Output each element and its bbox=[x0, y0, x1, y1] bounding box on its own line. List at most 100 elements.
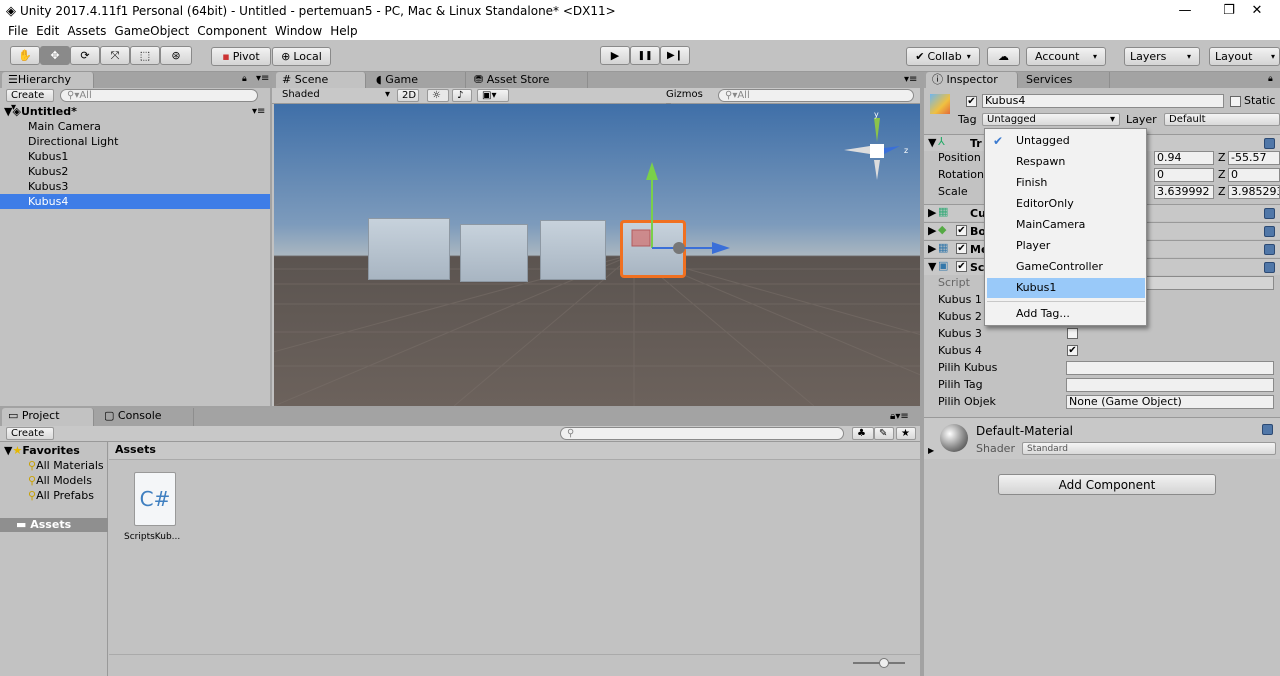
transform-tool-icon[interactable]: ⊛ bbox=[160, 46, 192, 65]
tab-console[interactable]: ▢ Console bbox=[98, 408, 194, 426]
menu-assets[interactable]: Assets bbox=[67, 24, 106, 38]
favorites-row[interactable]: ▼★Favorites bbox=[4, 444, 80, 457]
favorite-all-materials[interactable]: ⚲All Materials bbox=[28, 459, 104, 472]
scene-root-row[interactable]: ▼◈Untitled* ▾≡ bbox=[4, 104, 270, 119]
move-gizmo-icon[interactable] bbox=[274, 104, 920, 406]
panel-menu-icon[interactable]: ▾≡ bbox=[904, 74, 917, 85]
tag-option-player[interactable]: Player bbox=[987, 236, 1145, 256]
effects-toggle-icon[interactable]: ▣▾ bbox=[477, 89, 509, 102]
pilih-objek-field[interactable]: None (Game Object) bbox=[1066, 395, 1274, 409]
component-enabled-checkbox[interactable]: ✔ bbox=[956, 225, 967, 236]
shading-dropdown[interactable]: Shaded ▾ bbox=[278, 89, 392, 102]
hierarchy-search-input[interactable]: ⚲▾All bbox=[60, 89, 258, 102]
lighting-toggle-icon[interactable]: ☼ bbox=[427, 89, 449, 102]
rotation-y-field[interactable]: 0 bbox=[1154, 168, 1214, 182]
component-settings-icon[interactable] bbox=[1264, 262, 1275, 273]
hand-tool-icon[interactable]: ✋ bbox=[10, 46, 40, 65]
scene-menu-icon[interactable]: ▾≡ bbox=[252, 104, 265, 119]
hierarchy-item-kubus2[interactable]: Kubus2 bbox=[0, 164, 270, 179]
tag-option-finish[interactable]: Finish bbox=[987, 173, 1145, 193]
active-checkbox[interactable]: ✔ bbox=[966, 96, 977, 107]
favorite-all-prefabs[interactable]: ⚲All Prefabs bbox=[28, 489, 94, 502]
local-toggle[interactable]: ⊕ Local bbox=[272, 47, 331, 66]
component-settings-icon[interactable] bbox=[1264, 138, 1275, 149]
tab-project[interactable]: ▭ Project bbox=[2, 408, 94, 426]
gizmos-dropdown[interactable]: Gizmos ▾ bbox=[662, 89, 714, 112]
component-enabled-checkbox[interactable]: ✔ bbox=[956, 261, 967, 272]
tag-option-respawn[interactable]: Respawn bbox=[987, 152, 1145, 172]
project-search-input[interactable]: ⚲ bbox=[560, 427, 844, 440]
collab-button[interactable]: ✔ Collab ▾ bbox=[906, 47, 980, 66]
material-settings-icon[interactable] bbox=[1262, 424, 1273, 435]
asset-file-label[interactable]: ScriptsKub... bbox=[124, 532, 180, 542]
assets-folder-row[interactable]: ▬ Assets bbox=[0, 518, 108, 532]
breadcrumb[interactable]: Assets bbox=[109, 442, 920, 460]
rotation-z-field[interactable]: 0 bbox=[1228, 168, 1280, 182]
tab-scene[interactable]: # Scene bbox=[276, 72, 366, 88]
audio-toggle-icon[interactable]: ♪ bbox=[452, 89, 472, 102]
kubus3-checkbox[interactable] bbox=[1067, 328, 1078, 339]
menu-file[interactable]: File bbox=[8, 24, 28, 38]
move-tool-icon[interactable]: ✥ bbox=[40, 46, 70, 65]
tab-asset-store[interactable]: ⛃ Asset Store bbox=[468, 72, 588, 88]
tag-option-untagged[interactable]: ✔ Untagged bbox=[987, 131, 1145, 151]
menu-window[interactable]: Window bbox=[275, 24, 322, 38]
pause-button[interactable]: ❚❚ bbox=[630, 46, 660, 65]
panel-menu-icon[interactable]: ▾≡ bbox=[256, 73, 269, 84]
tag-option-kubus1[interactable]: Kubus1 bbox=[987, 278, 1145, 298]
tag-option-editoronly[interactable]: EditorOnly bbox=[987, 194, 1145, 214]
expand-arrow-icon[interactable]: ▼ bbox=[928, 136, 936, 149]
play-button[interactable]: ▶ bbox=[600, 46, 630, 65]
position-y-field[interactable]: 0.94 bbox=[1154, 151, 1214, 165]
shader-dropdown[interactable]: Standard bbox=[1022, 442, 1276, 455]
layout-dropdown[interactable]: Layout ▾ bbox=[1209, 47, 1280, 66]
close-button[interactable]: ✕ bbox=[1234, 0, 1280, 22]
component-enabled-checkbox[interactable]: ✔ bbox=[956, 243, 967, 254]
hierarchy-item-main-camera[interactable]: Main Camera bbox=[0, 119, 270, 134]
add-tag-option[interactable]: Add Tag... bbox=[987, 304, 1145, 324]
scene-search-input[interactable]: ⚲▾All bbox=[718, 89, 914, 102]
pilih-kubus-field[interactable] bbox=[1066, 361, 1274, 375]
menu-edit[interactable]: Edit bbox=[36, 24, 59, 38]
layers-dropdown[interactable]: Layers ▾ bbox=[1124, 47, 1200, 66]
pivot-toggle[interactable]: ▪ Pivot bbox=[211, 47, 271, 66]
tag-option-maincamera[interactable]: MainCamera bbox=[987, 215, 1145, 235]
step-button[interactable]: ▶❙ bbox=[660, 46, 690, 65]
account-dropdown[interactable]: Account ▾ bbox=[1026, 47, 1106, 66]
scene-viewport[interactable]: y z bbox=[274, 104, 920, 406]
csharp-script-icon[interactable]: C# bbox=[134, 472, 176, 526]
hierarchy-create-button[interactable]: Create ▾ bbox=[6, 89, 54, 113]
add-component-button[interactable]: Add Component bbox=[998, 474, 1216, 495]
expand-arrow-icon[interactable]: ▶ bbox=[928, 224, 936, 237]
expand-arrow-icon[interactable]: ▼ bbox=[928, 260, 936, 273]
tab-services[interactable]: Services bbox=[1020, 72, 1110, 88]
kubus4-checkbox[interactable]: ✔ bbox=[1067, 345, 1078, 356]
menu-help[interactable]: Help bbox=[330, 24, 357, 38]
menu-gameobject[interactable]: GameObject bbox=[114, 24, 189, 38]
expand-arrow-icon[interactable]: ▶ bbox=[928, 446, 934, 455]
hierarchy-item-kubus1[interactable]: Kubus1 bbox=[0, 149, 270, 164]
scale-y-field[interactable]: 3.639992 bbox=[1154, 185, 1214, 199]
panel-menu-icon[interactable]: 🔒︎▾≡ bbox=[890, 411, 909, 422]
hierarchy-item-kubus3[interactable]: Kubus3 bbox=[0, 179, 270, 194]
static-checkbox[interactable] bbox=[1230, 96, 1241, 107]
filter-type-icon[interactable]: ♣ bbox=[852, 427, 874, 440]
favorite-star-icon[interactable]: ★ bbox=[896, 427, 916, 440]
scale-z-field[interactable]: 3.985293 bbox=[1228, 185, 1280, 199]
gameobject-name-input[interactable]: Kubus4 bbox=[982, 94, 1224, 108]
layer-dropdown[interactable]: Default bbox=[1164, 113, 1280, 126]
hierarchy-item-kubus4[interactable]: Kubus4 bbox=[0, 194, 270, 209]
scale-tool-icon[interactable]: ⤧ bbox=[100, 46, 130, 65]
rect-tool-icon[interactable]: ⬚ bbox=[130, 46, 160, 65]
tab-inspector[interactable]: ⓘ Inspector bbox=[926, 72, 1018, 88]
tab-game[interactable]: ◖ Game bbox=[370, 72, 466, 88]
project-create-button[interactable]: Create ▾ bbox=[6, 427, 54, 451]
2d-toggle[interactable]: 2D bbox=[397, 89, 419, 102]
tag-dropdown[interactable]: Untagged ▾ bbox=[982, 113, 1120, 126]
zoom-slider-thumb[interactable] bbox=[879, 658, 889, 668]
scene-orientation-gizmo-icon[interactable]: y z bbox=[840, 110, 920, 190]
lock-icon[interactable]: 🔒︎ bbox=[242, 74, 247, 84]
component-settings-icon[interactable] bbox=[1264, 208, 1275, 219]
favorite-all-models[interactable]: ⚲All Models bbox=[28, 474, 92, 487]
pilih-tag-field[interactable] bbox=[1066, 378, 1274, 392]
